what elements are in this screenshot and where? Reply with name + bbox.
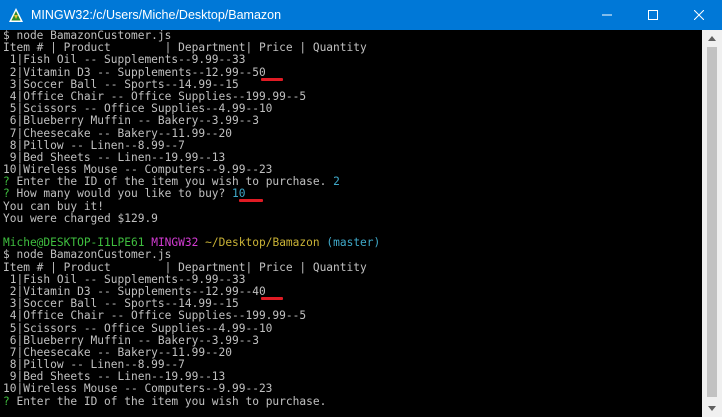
terminal-text: How many would you like to buy?: [16, 187, 233, 201]
terminal-text: 8|Pillow -- Linen--8.99--7: [3, 138, 185, 152]
maximize-icon: [648, 10, 658, 20]
vertical-scrollbar[interactable]: [702, 30, 722, 417]
terminal-text: 3|Soccer Ball -- Sports--14.99--15: [3, 297, 239, 311]
prompt-question-mark: ?: [3, 175, 17, 189]
terminal-line: You were charged $129.9: [3, 211, 702, 225]
terminal-text: $ node BamazonCustomer.js: [3, 30, 172, 42]
scrollbar-thumb[interactable]: [707, 47, 717, 397]
terminal-text: 1|Fish Oil -- Supplements--9.99--33: [3, 53, 246, 67]
prompt-path: ~/Desktop/Bamazon: [205, 236, 320, 250]
terminal-line: ? Enter the ID of the item you wish to p…: [3, 394, 702, 408]
title-bar[interactable]: MINGW32:/c/Users/Miche/Desktop/Bamazon: [0, 0, 722, 30]
mingw-terminal-icon: [9, 8, 23, 22]
terminal-text: 5|Scissors -- Office Supplies--4.99--10: [3, 102, 273, 116]
scroll-down-button[interactable]: [702, 400, 722, 417]
terminal-text: Enter the ID of the item you wish to pur…: [16, 394, 327, 408]
prompt-user-host: Miche@DESKTOP-I1LPE61: [3, 236, 145, 250]
terminal-text: 2|Vitamin D3 -- Supplements--12.99--40: [3, 284, 266, 298]
terminal-text: 10|Wireless Mouse -- Computers--9.99--23: [3, 163, 273, 177]
terminal-text: Item # | Product | Department| Price | Q…: [3, 41, 367, 55]
terminal-text: 6|Blueberry Muffin -- Bakery--3.99--3: [3, 114, 259, 128]
terminal-text: 9|Bed Sheets -- Linen--19.99--13: [3, 370, 226, 384]
terminal-text: 4|Office Chair -- Office Supplies--199.9…: [3, 309, 307, 323]
terminal-text: 6|Blueberry Muffin -- Bakery--3.99--3: [3, 333, 259, 347]
terminal-text: 5|Scissors -- Office Supplies--4.99--10: [3, 321, 273, 335]
chevron-down-icon: [708, 406, 716, 411]
terminal-text: 10|Wireless Mouse -- Computers--9.99--23: [3, 382, 273, 396]
terminal-line: ? How many would you like to buy? 10: [3, 187, 702, 203]
prompt-mingw: MINGW32: [151, 236, 199, 250]
terminal-output[interactable]: $ node BamazonCustomer.js Item # | Produc…: [0, 30, 702, 417]
terminal-text: 2|Vitamin D3 -- Supplements--12.99--50: [3, 65, 266, 79]
prompt-question-mark: ?: [3, 394, 17, 408]
terminal-text: 3|Soccer Ball -- Sports--14.99--15: [3, 77, 239, 91]
terminal-text: You can buy it!: [3, 199, 105, 213]
prompt-question-mark: ?: [3, 187, 17, 201]
terminal-text: You were charged $129.9: [3, 211, 158, 225]
terminal-text: 7|Cheesecake -- Bakery--11.99--20: [3, 126, 233, 140]
close-button[interactable]: [676, 0, 722, 30]
terminal-text: 9|Bed Sheets -- Linen--19.99--13: [3, 150, 226, 164]
prompt-git-branch: (master): [326, 236, 381, 250]
terminal-text: $ node BamazonCustomer.js: [3, 248, 172, 262]
minimize-icon: [602, 14, 612, 16]
window-title: MINGW32:/c/Users/Miche/Desktop/Bamazon: [31, 8, 282, 22]
scroll-up-button[interactable]: [702, 30, 722, 47]
terminal-text: Enter the ID of the item you wish to pur…: [16, 175, 334, 189]
user-input-value: 2: [333, 175, 340, 189]
terminal-text: 4|Office Chair -- Office Supplies--199.9…: [3, 89, 307, 103]
terminal-text: Item # | Product | Department| Price | Q…: [3, 260, 367, 274]
terminal-text: 7|Cheesecake -- Bakery--11.99--20: [3, 345, 233, 359]
minimize-button[interactable]: [584, 0, 630, 30]
terminal-window: MINGW32:/c/Users/Miche/Desktop/Bamazon $…: [0, 0, 722, 417]
terminal-text: 8|Pillow -- Linen--8.99--7: [3, 358, 185, 372]
maximize-button[interactable]: [630, 0, 676, 30]
close-icon: [694, 10, 704, 20]
terminal-text: 1|Fish Oil -- Supplements--9.99--33: [3, 272, 246, 286]
chevron-up-icon: [708, 36, 716, 41]
